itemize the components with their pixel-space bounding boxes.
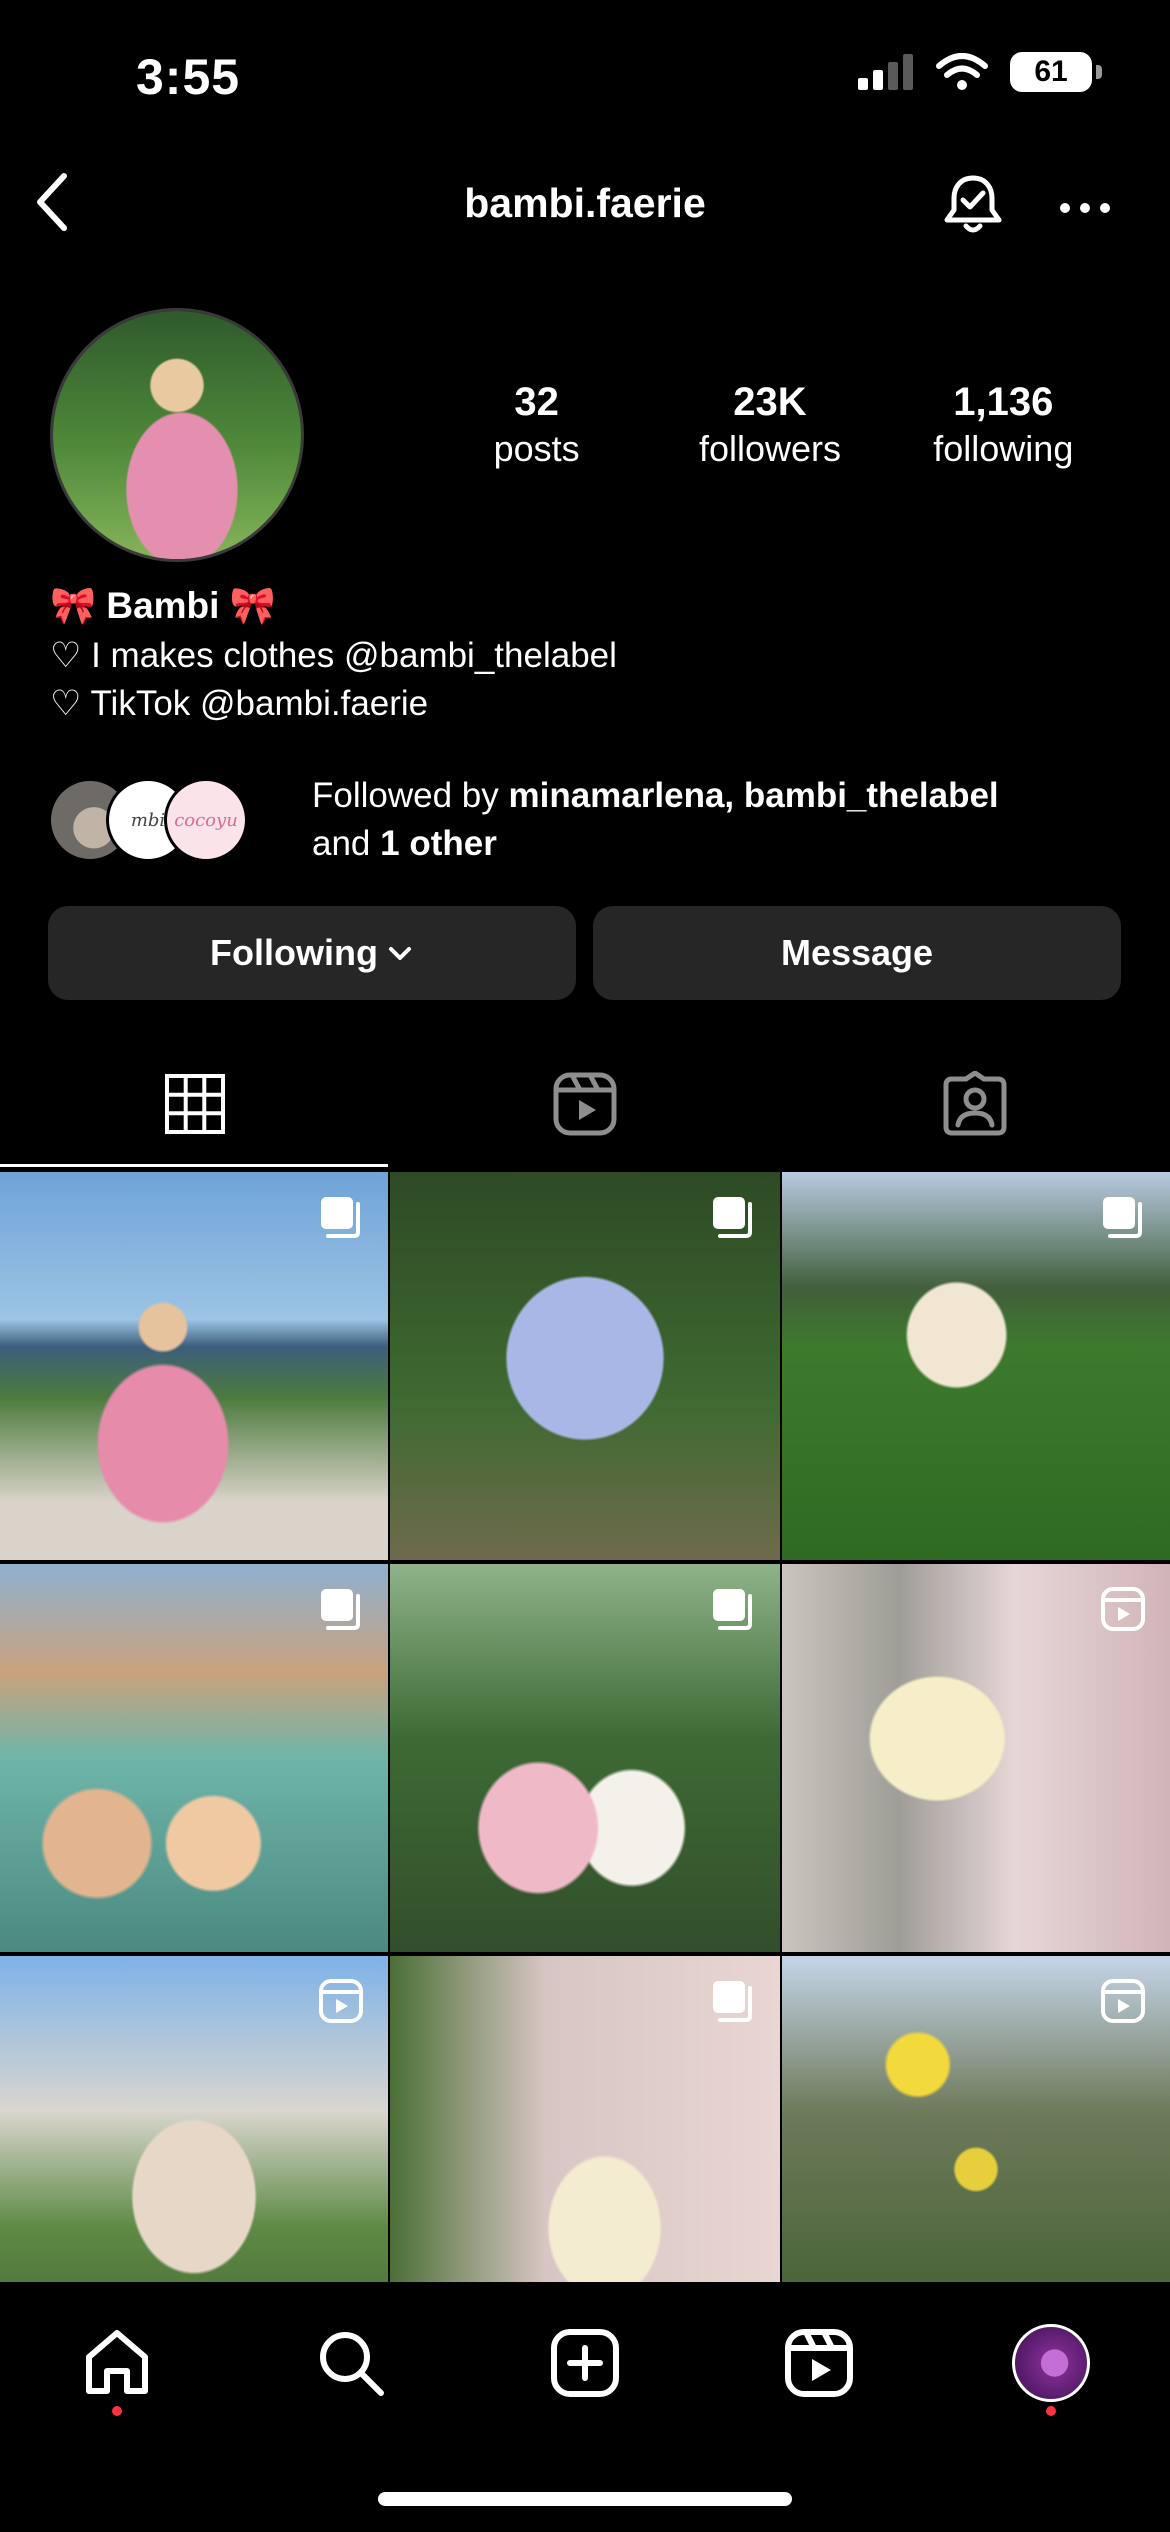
posts-grid [0,1172,1170,2344]
message-button[interactable]: Message [593,906,1121,1000]
post-thumbnail[interactable] [390,1172,780,1560]
bio-line: ♡ I makes clothes @bambi_thelabel [50,636,617,675]
stat-label: followers [698,428,842,469]
plus-square-icon [551,2329,619,2397]
profile-notification-dot [1046,2406,1056,2416]
bell-check-icon [944,175,1002,233]
mutual-avatar: cocoyu [164,778,248,862]
home-notification-dot [112,2406,122,2416]
mutual-other: 1 other [380,824,497,863]
post-thumbnail[interactable] [0,1172,388,1560]
avatar-photo [53,311,301,559]
mutual-middle: and [312,824,381,863]
status-time: 3:55 [136,49,241,105]
stat-following[interactable]: 1,136 following [887,378,1120,472]
reel-icon [319,1979,363,2023]
mutual-avatar-logo: mbi [130,809,166,831]
mutual-followers-text: Followed by minamarlena, bambi_thelabel … [312,772,1092,868]
stat-label: posts [493,428,580,469]
bio-line: ♡ TikTok @bambi.faerie [50,684,429,723]
post-thumbnail[interactable] [782,1564,1170,1952]
stat-label: following [933,428,1074,469]
post-thumbnail[interactable] [0,1564,388,1952]
nav-profile[interactable] [1006,2318,1096,2408]
chevron-down-icon [388,947,411,960]
carousel-icon [321,1589,360,1630]
tab-tagged[interactable] [780,1040,1170,1168]
post-thumbnail[interactable] [782,1172,1170,1560]
more-options-button[interactable] [1050,178,1120,238]
mutual-avatars: mbi cocoyu [48,775,248,865]
message-label: Message [780,932,934,973]
nav-search[interactable] [306,2318,396,2408]
nav-create[interactable] [540,2318,630,2408]
nav-reels[interactable] [774,2318,864,2408]
more-dots-icon [1060,203,1110,213]
following-button[interactable]: Following [48,906,576,1000]
display-name: 🎀 Bambi 🎀 [50,585,276,626]
tab-reels[interactable] [390,1040,780,1168]
stat-followers[interactable]: 23K followers [653,378,886,472]
following-label: Following [210,932,378,973]
stat-value: 23K [733,380,807,424]
status-icons: 61 [858,52,1102,92]
search-icon [320,2332,384,2396]
home-icon [86,2330,148,2394]
stat-value: 1,136 [953,380,1054,424]
carousel-icon [713,1589,752,1630]
reels-icon [785,2329,853,2397]
battery-level: 61 [1034,55,1068,88]
carousel-icon [713,1197,752,1238]
mutual-followers[interactable]: mbi cocoyu Followed by minamarlena, bamb… [48,772,1092,868]
nav-home[interactable] [72,2318,162,2408]
stat-value: 32 [514,380,559,424]
stat-posts[interactable]: 32 posts [420,378,653,472]
wifi-icon [936,53,988,90]
reels-icon [553,1072,617,1136]
profile-avatar-icon [1012,2324,1090,2402]
mutual-names: minamarlena, bambi_thelabel [508,776,999,815]
post-thumbnail[interactable] [390,1564,780,1952]
mutual-prefix: Followed by [312,776,509,815]
cellular-signal-icon [858,54,913,90]
carousel-icon [321,1197,360,1238]
tab-posts-grid[interactable] [0,1040,390,1168]
profile-stats: 32 posts 23K followers 1,136 following [420,378,1120,472]
carousel-icon [1103,1197,1142,1238]
tagged-person-icon [943,1071,1007,1136]
carousel-icon [713,1981,752,2022]
profile-bio: 🎀 Bambi 🎀 ♡ I makes clothes @bambi_thela… [50,580,1130,728]
home-indicator [378,2492,792,2506]
notifications-button[interactable] [938,170,1008,240]
active-tab-indicator [0,1164,388,1167]
grid-icon [165,1074,225,1134]
profile-avatar[interactable] [50,308,304,562]
reel-icon [1101,1979,1145,2023]
mutual-avatar-logo: cocoyu [174,809,238,831]
reel-icon [1101,1587,1145,1631]
battery-indicator: 61 [1010,52,1102,92]
